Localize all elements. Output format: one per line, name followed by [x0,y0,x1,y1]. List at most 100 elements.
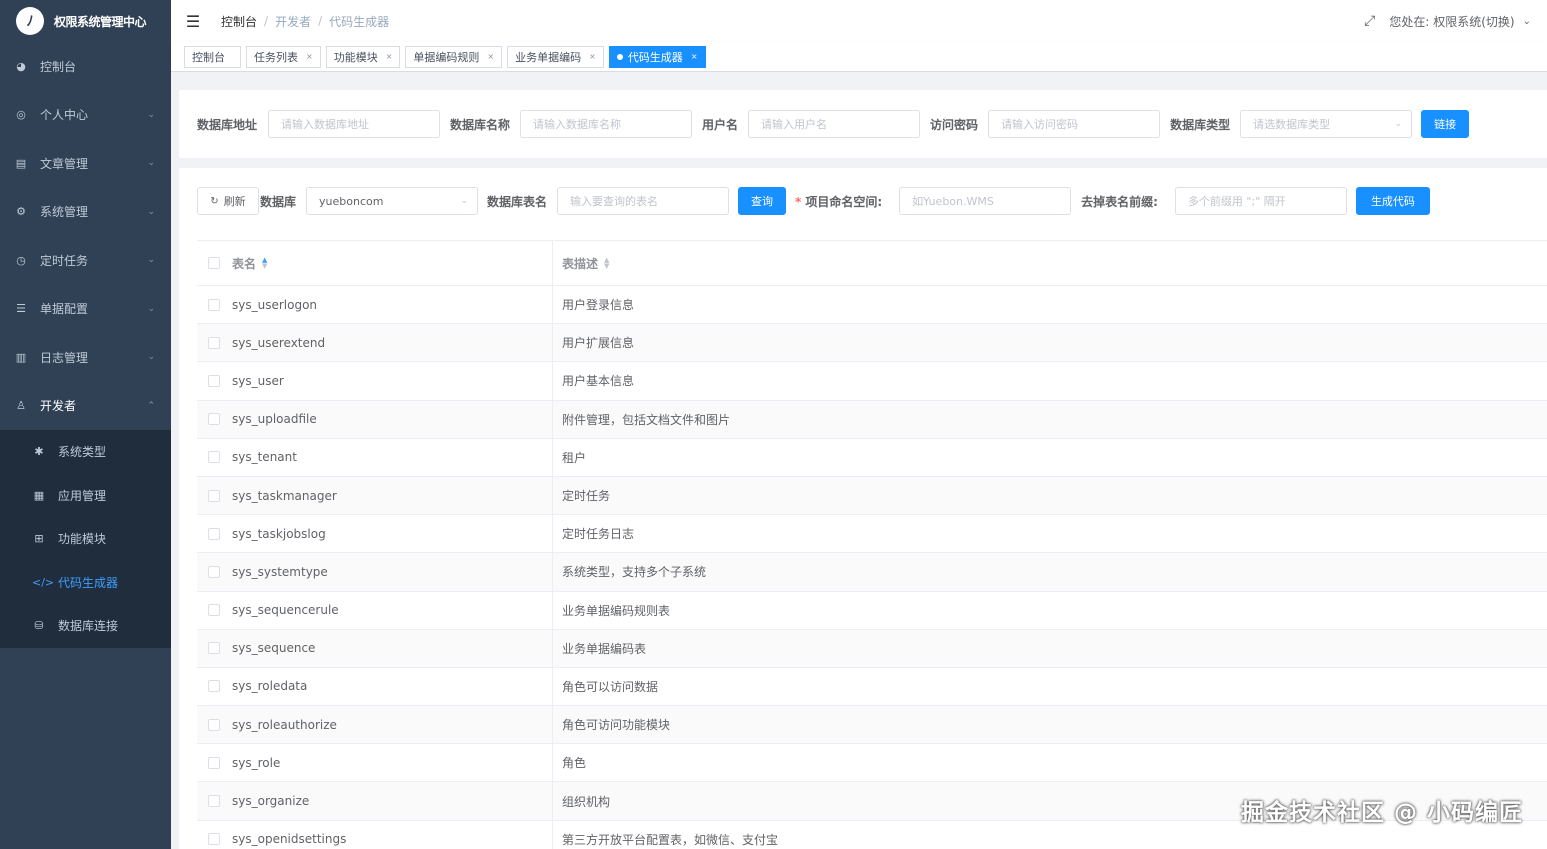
tag-label: 代码生成器 [627,50,683,64]
row-checkbox[interactable] [208,565,220,578]
table-row[interactable]: sys_tenant 租户 [197,438,1547,477]
sidebar-item[interactable]: ⚙ 系统管理 ⌄ [0,188,171,237]
row-checkbox[interactable] [208,336,220,349]
refresh-button[interactable]: ↻ 刷新 [197,187,259,215]
active-dot [616,53,623,60]
top-right: ⤢ 您处在: 权限系统(切换) ⌄ [1364,0,1531,42]
log-icon: ▥ [15,350,27,364]
table-row[interactable]: sys_uploadfile 附件管理，包括文档文件和图片 [197,400,1547,439]
row-checkbox[interactable] [208,604,220,617]
submenu-item[interactable]: ⛁ 数据库连接 [0,604,171,648]
row-checkbox[interactable] [208,718,220,731]
system-switch[interactable]: 您处在: 权限系统(切换) [1389,13,1514,30]
sidebar-item[interactable]: ◎ 个人中心 ⌄ [0,91,171,140]
table-name-cell: sys_systemtype [231,553,553,591]
table-row[interactable]: sys_taskjobslog 定时任务日志 [197,515,1547,554]
submenu-item[interactable]: ▦ 应用管理 [0,474,171,518]
db-name-input[interactable]: 请输入数据库名称 [520,110,693,138]
close-icon[interactable]: × [386,52,393,61]
table-row[interactable]: sys_roleauthorize 角色可访问功能模块 [197,706,1547,745]
tag-item[interactable]: 代码生成器 × [608,45,706,68]
submenu-item[interactable]: </> 代码生成器 [0,561,171,605]
table-row[interactable]: sys_roledata 角色可以访问数据 [197,667,1547,707]
hamburger-icon[interactable]: ☰ [173,12,213,31]
row-checkbox[interactable] [208,642,220,655]
db-name-label: 数据库名称 [450,117,511,132]
query-button[interactable]: 查询 [738,187,787,215]
tag-label: 控制台 [192,50,225,64]
close-icon[interactable]: × [306,52,313,61]
sidebar-item[interactable]: ♙ 开发者 ⌃ [0,382,171,431]
db-type-select[interactable]: 请选数据库类型 ⌄ [1240,110,1413,138]
tag-item[interactable]: 单据编码规则 × [405,45,503,68]
close-icon[interactable]: × [487,52,494,61]
select-all-checkbox[interactable] [208,257,220,269]
sort-icon[interactable]: ▲ ▼ [262,257,267,270]
table-row[interactable]: sys_user 用户基本信息 [197,362,1547,401]
col-header-name[interactable]: 表名 ▲ ▼ [231,241,553,285]
submenu-item-label: 代码生成器 [58,575,119,590]
sidebar-item-label: 定时任务 [40,253,89,268]
table-row[interactable]: sys_sequence 业务单据编码表 [197,629,1547,668]
connection-form: 数据库地址 请输入数据库地址 数据库名称 请输入数据库名称 用户名 请输入用户名… [179,90,1547,158]
row-checkbox[interactable] [208,527,220,540]
tag-item[interactable]: 业务单据编码 × [507,45,604,68]
namespace-input[interactable]: 如Yuebon.WMS [899,187,1072,215]
row-checkbox[interactable] [208,795,220,808]
row-checkbox[interactable] [208,451,220,464]
table-row[interactable]: sys_sequencerule 业务单据编码规则表 [197,591,1547,630]
username-input[interactable]: 请输入用户名 [748,110,921,138]
chevron-down-icon: ⌄ [1394,119,1403,129]
row-checkbox[interactable] [208,298,220,311]
breadcrumb-separator: / [264,14,269,28]
chevron-icon: ⌄ [147,158,155,169]
app-title: 权限系统管理中心 [54,14,147,29]
table-name-cell: sys_userlogon [231,286,553,324]
tag-item[interactable]: 任务列表 × [246,45,321,68]
table-name-cell: sys_taskmanager [231,476,553,515]
db-address-input[interactable]: 请输入数据库地址 [268,110,441,138]
table-row[interactable]: sys_role 角色 [197,744,1547,783]
close-icon[interactable]: × [691,52,698,61]
row-checkbox[interactable] [208,374,220,387]
breadcrumb-item[interactable]: 控制台 [221,13,257,30]
sidebar-item[interactable]: ◕ 控制台 [0,42,171,91]
table-name-cell: sys_taskjobslog [231,515,553,553]
row-checkbox[interactable] [208,833,220,846]
submenu-item[interactable]: ✱ 系统类型 [0,430,171,474]
row-checkbox[interactable] [208,413,220,426]
sidebar-item[interactable]: ◷ 定时任务 ⌄ [0,236,171,285]
logo[interactable]: ﾉ 权限系统管理中心 [0,0,171,42]
modules-icon: ⊞ [34,532,44,546]
password-input[interactable]: 请输入访问密码 [988,110,1161,138]
row-checkbox[interactable] [208,756,220,769]
sidebar-item[interactable]: ▥ 日志管理 ⌄ [0,333,171,382]
database-select[interactable]: yueboncom ⌄ [306,187,479,215]
fullscreen-icon[interactable]: ⤢ [1364,13,1375,29]
chevron-down-icon[interactable]: ⌄ [1523,16,1531,27]
prefix-input[interactable]: 多个前缀用 ";" 隔开 [1174,187,1347,215]
sort-icon[interactable]: ▲ ▼ [604,257,609,270]
row-checkbox[interactable] [208,489,220,502]
close-icon[interactable]: × [589,52,596,61]
table-desc-cell: 角色可访问功能模块 [562,718,671,733]
table-name-cell: sys_organize [231,782,553,820]
main-content: 数据库地址 请输入数据库地址 数据库名称 请输入数据库名称 用户名 请输入用户名… [171,72,1547,849]
breadcrumb: 控制台 / 开发者 / 代码生成器 [221,13,389,30]
table-row[interactable]: sys_systemtype 系统类型，支持多个子系统 [197,553,1547,592]
table-name-cell: sys_sequencerule [231,591,553,629]
connect-button[interactable]: 链接 [1421,110,1470,138]
generate-code-button[interactable]: 生成代码 [1355,187,1430,215]
table-name-input[interactable]: 输入要查询的表名 [557,187,730,215]
tag-item[interactable]: 功能模块 × [325,45,401,68]
row-checkbox[interactable] [208,680,220,693]
sidebar-item[interactable]: ☰ 单据配置 ⌄ [0,285,171,334]
tag-item[interactable]: 控制台 [184,45,241,68]
table-name-cell: sys_userextend [231,324,553,362]
table-row[interactable]: sys_taskmanager 定时任务 [197,476,1547,516]
sidebar-item[interactable]: ▤ 文章管理 ⌄ [0,139,171,188]
table-row[interactable]: sys_userextend 用户扩展信息 [197,324,1547,363]
col-header-desc[interactable]: 表描述 ▲ ▼ [553,241,1547,285]
submenu-item[interactable]: ⊞ 功能模块 [0,517,171,561]
table-row[interactable]: sys_userlogon 用户登录信息 [197,286,1547,325]
